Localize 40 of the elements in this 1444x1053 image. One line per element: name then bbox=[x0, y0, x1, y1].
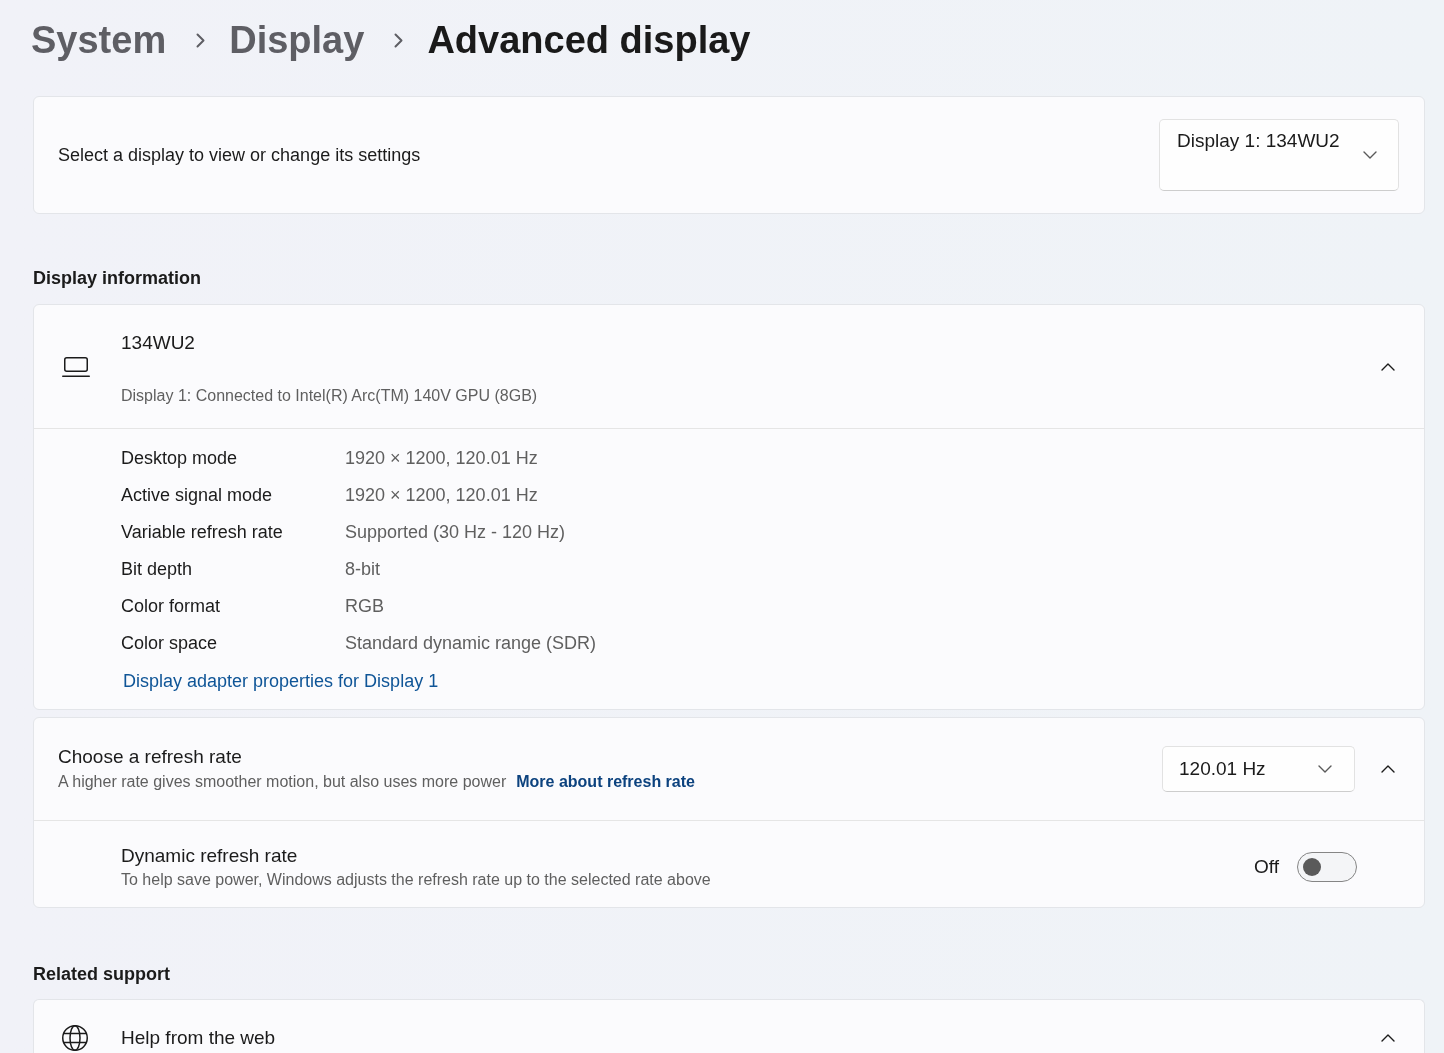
chevron-down-icon bbox=[1363, 151, 1377, 159]
learn-more-link[interactable]: More about refresh rate bbox=[516, 772, 695, 792]
property-value: 8-bit bbox=[345, 559, 380, 580]
display-description: Display 1: Connected to Intel(R) Arc(TM) 140V GPU (8GB) bbox=[121, 386, 538, 406]
setting-title: Dynamic refresh rate bbox=[121, 844, 298, 867]
property-label: Bit depth bbox=[121, 559, 193, 580]
support-item-title: Help from the web bbox=[121, 1027, 276, 1049]
chevron-down-icon bbox=[1318, 765, 1332, 773]
toggle-state-label: Off bbox=[1254, 856, 1279, 878]
chevron-up-icon[interactable] bbox=[1381, 765, 1395, 773]
page-title: Advanced display bbox=[427, 18, 751, 63]
chevron-up-icon[interactable] bbox=[1381, 1034, 1395, 1042]
property-label: Desktop mode bbox=[121, 448, 238, 469]
property-value: Supported (30 Hz - 120 Hz) bbox=[345, 522, 566, 543]
refresh-rate-dropdown[interactable]: 120.01 Hz bbox=[1162, 746, 1355, 792]
section-heading: Display information bbox=[33, 267, 202, 290]
adapter-properties-link[interactable]: Display adapter properties for Display 1 bbox=[123, 670, 439, 692]
setting-label: Select a display to view or change its settings bbox=[58, 144, 421, 166]
globe-icon bbox=[62, 1025, 88, 1051]
property-value: RGB bbox=[345, 596, 384, 617]
property-label: Color format bbox=[121, 596, 221, 617]
display-name: 134WU2 bbox=[121, 332, 195, 354]
setting-title: Choose a refresh rate bbox=[58, 746, 242, 768]
property-label: Color space bbox=[121, 633, 218, 654]
breadcrumb-link[interactable]: Display bbox=[229, 16, 365, 64]
chevron-right-icon bbox=[196, 32, 206, 48]
setting-description: To help save power, Windows adjusts the refresh rate up to the selected rate above bbox=[121, 869, 711, 890]
display-dropdown[interactable]: Display 1: 134WU2 bbox=[1159, 119, 1399, 191]
section-heading: Related support bbox=[33, 963, 170, 986]
property-value: 1920 × 1200, 120.01 Hz bbox=[345, 485, 538, 506]
property-value: 1920 × 1200, 120.01 Hz bbox=[345, 448, 538, 469]
chevron-up-icon[interactable] bbox=[1381, 362, 1395, 371]
chevron-right-icon bbox=[394, 32, 404, 48]
property-label: Active signal mode bbox=[121, 485, 273, 506]
breadcrumb-link[interactable]: System bbox=[31, 16, 167, 64]
property-label: Variable refresh rate bbox=[121, 522, 283, 543]
toggle-switch[interactable] bbox=[1297, 852, 1357, 882]
property-value: Standard dynamic range (SDR) bbox=[345, 633, 597, 654]
setting-description: A higher rate gives smoother motion, but also uses more power bbox=[58, 772, 507, 792]
laptop-icon bbox=[62, 356, 90, 377]
